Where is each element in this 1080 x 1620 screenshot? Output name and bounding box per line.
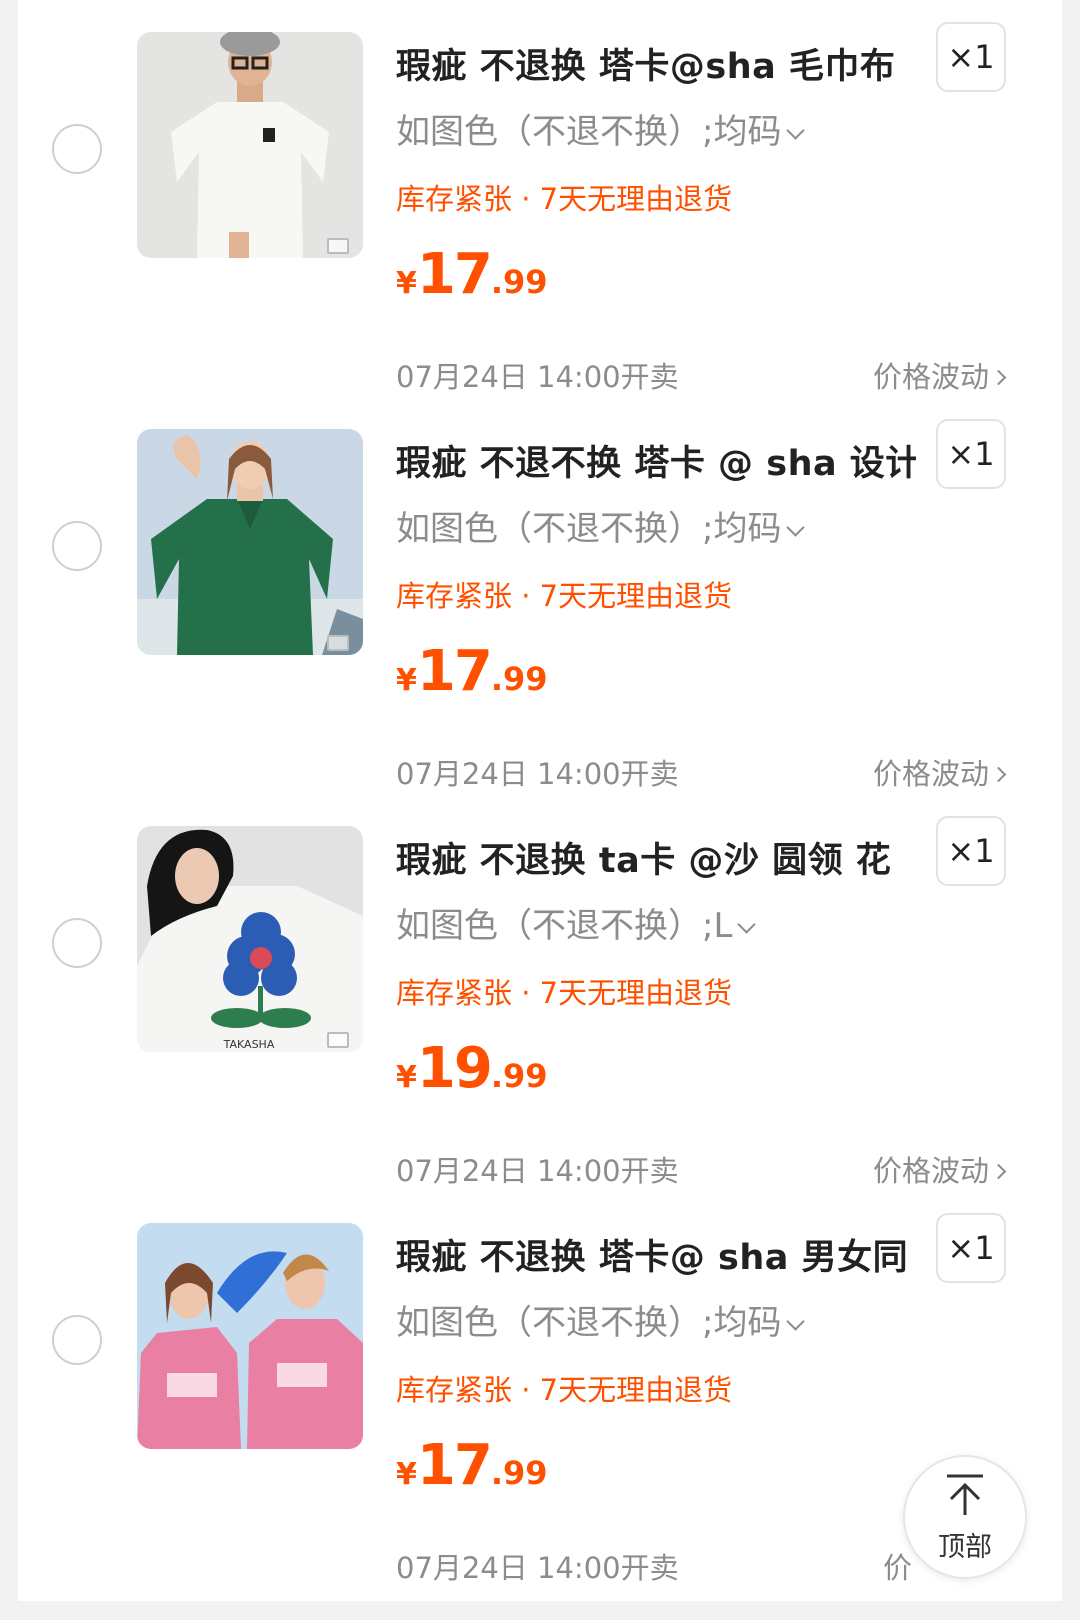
product-title[interactable]: 瑕疵 不退换 ta卡 @沙 圆领 花 — [396, 832, 916, 880]
select-checkbox[interactable] — [52, 918, 102, 968]
price-integer: 17 — [416, 1433, 493, 1498]
price-decimal: .99 — [490, 263, 548, 301]
arrow-up-to-top-icon — [947, 1474, 983, 1515]
chevron-down-icon — [786, 121, 806, 140]
back-to-top-label: 顶部 — [938, 1532, 992, 1563]
product-title[interactable]: 瑕疵 不退换 塔卡@ sha 男女同 — [396, 1229, 916, 1277]
sku-selector[interactable]: 如图色（不退不换）;L — [396, 898, 757, 946]
sale-time: 07月24日 14:00开卖 — [396, 1154, 679, 1188]
price: ¥17.99 — [396, 639, 548, 711]
quantity-button[interactable]: ×1 — [936, 419, 1006, 489]
promo-tags: 库存紧张 · 7天无理由退货 — [396, 1373, 733, 1407]
price-fluctuation-label: 价格波动 — [872, 360, 989, 394]
cart-item-list: 瑕疵 不退换 塔卡@sha 毛巾布 ×1 如图色（不退不换）;均码 库存紧张 ·… — [18, 0, 1062, 1601]
select-checkbox[interactable] — [52, 521, 102, 571]
price-fluctuation-label: 价格波动 — [872, 1154, 989, 1188]
price-fluctuation-link[interactable]: 价格波动 — [872, 751, 1007, 793]
product-title[interactable]: 瑕疵 不退换 塔卡@sha 毛巾布 — [396, 38, 916, 86]
product-title[interactable]: 瑕疵 不退不换 塔卡 @ sha 设计 — [396, 435, 916, 483]
currency-symbol: ¥ — [396, 1060, 417, 1095]
promo-tags: 库存紧张 · 7天无理由退货 — [396, 182, 733, 216]
quantity-button[interactable]: ×1 — [936, 1213, 1006, 1283]
pink-tshirt-couple-illustration — [137, 1223, 363, 1449]
chevron-right-icon — [990, 369, 1007, 386]
cart-item: TAKASHA 瑕疵 不退换 ta卡 @沙 圆领 花 ×1 如图色（不退不换）;… — [18, 816, 1062, 1223]
currency-symbol: ¥ — [396, 266, 417, 301]
price-fluctuation-link[interactable]: 价格波动 — [872, 354, 1007, 396]
image-badge-icon — [327, 238, 349, 254]
white-tshirt-model-illustration — [137, 32, 363, 258]
sale-time: 07月24日 14:00开卖 — [396, 360, 679, 394]
select-checkbox[interactable] — [52, 124, 102, 174]
price: ¥17.99 — [396, 242, 548, 314]
price-decimal: .99 — [490, 1057, 548, 1095]
price: ¥19.99 — [396, 1036, 548, 1108]
select-checkbox[interactable] — [52, 1315, 102, 1365]
image-badge-icon — [327, 1032, 349, 1048]
shirt-print-text: TAKASHA — [223, 1038, 275, 1051]
chevron-down-icon — [786, 518, 806, 537]
green-polo-model-illustration — [137, 429, 363, 655]
quantity-button[interactable]: ×1 — [936, 22, 1006, 92]
white-flower-tshirt-illustration: TAKASHA — [137, 826, 363, 1052]
sku-selector[interactable]: 如图色（不退不换）;均码 — [396, 104, 806, 152]
quantity-button[interactable]: ×1 — [936, 816, 1006, 886]
product-image[interactable] — [137, 1223, 363, 1449]
sku-selector[interactable]: 如图色（不退不换）;均码 — [396, 1295, 806, 1343]
currency-symbol: ¥ — [396, 1457, 417, 1492]
sku-text: 如图色（不退不换）;均码 — [396, 1303, 782, 1343]
price-fluctuation-link[interactable]: 价格波动 — [872, 1148, 1007, 1190]
chevron-down-icon — [786, 1312, 806, 1331]
price-decimal: .99 — [490, 1454, 548, 1492]
sku-text: 如图色（不退不换）;均码 — [396, 509, 782, 549]
product-image[interactable] — [137, 429, 363, 655]
price-decimal: .99 — [490, 660, 548, 698]
product-image[interactable]: TAKASHA — [137, 826, 363, 1052]
sale-time: 07月24日 14:00开卖 — [396, 757, 679, 791]
promo-tags: 库存紧张 · 7天无理由退货 — [396, 579, 733, 613]
currency-symbol: ¥ — [396, 663, 417, 698]
back-to-top-button[interactable]: 顶部 — [903, 1455, 1027, 1579]
chevron-down-icon — [737, 915, 757, 934]
sku-text: 如图色（不退不换）;均码 — [396, 112, 782, 152]
chevron-right-icon — [990, 766, 1007, 783]
product-image[interactable] — [137, 32, 363, 258]
cart-item: 瑕疵 不退换 塔卡@sha 毛巾布 ×1 如图色（不退不换）;均码 库存紧张 ·… — [18, 22, 1062, 429]
sale-time: 07月24日 14:00开卖 — [396, 1551, 679, 1585]
sku-selector[interactable]: 如图色（不退不换）;均码 — [396, 501, 806, 549]
chevron-right-icon — [990, 1163, 1007, 1180]
price-integer: 17 — [416, 639, 493, 704]
image-badge-icon — [327, 635, 349, 651]
cart-item: 瑕疵 不退不换 塔卡 @ sha 设计 ×1 如图色（不退不换）;均码 库存紧张… — [18, 419, 1062, 826]
price-integer: 19 — [416, 1036, 493, 1101]
sku-text: 如图色（不退不换）;L — [396, 906, 733, 946]
price-fluctuation-label: 价格波动 — [872, 757, 989, 791]
promo-tags: 库存紧张 · 7天无理由退货 — [396, 976, 733, 1010]
price: ¥17.99 — [396, 1433, 548, 1505]
price-integer: 17 — [416, 242, 493, 307]
